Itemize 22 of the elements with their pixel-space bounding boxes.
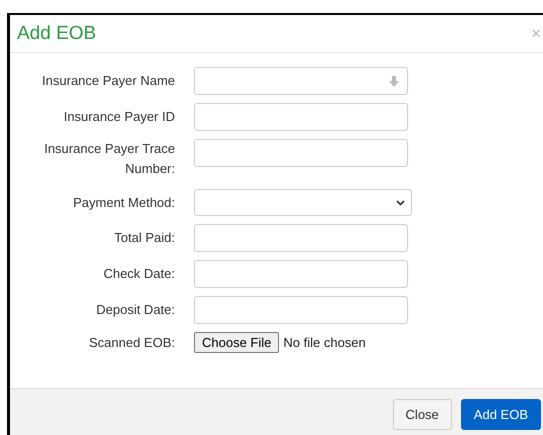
field-label: Scanned EOB: [88, 334, 176, 352]
field-label: Check Date: [102, 265, 176, 283]
combo-field[interactable] [194, 67, 408, 95]
choose-file-button[interactable]: Choose File [194, 332, 280, 353]
field-label: Insurance Payer ID [62, 108, 176, 126]
field-label: Insurance Payer Trace Number: [43, 140, 176, 178]
dropdown-field[interactable] [194, 189, 412, 216]
file-status: No file chosen [283, 335, 366, 350]
input-field[interactable] [194, 103, 408, 131]
field-label: Insurance Payer Name [41, 72, 176, 90]
field-label: Total Paid: [113, 229, 176, 247]
add-eob-button[interactable]: Add EOB [460, 399, 541, 430]
input-field[interactable] [194, 224, 408, 252]
field-label: Payment Method: [72, 194, 176, 212]
down-arrow-icon [389, 76, 399, 86]
close-dialog-button[interactable]: Close [392, 399, 452, 430]
field-label: Deposit Date: [95, 301, 176, 319]
dialog-title: Add EOB [17, 22, 96, 44]
input-field[interactable] [194, 260, 408, 288]
chevron-down-icon [396, 200, 405, 206]
input-field[interactable] [194, 296, 408, 324]
input-field[interactable] [194, 139, 408, 167]
